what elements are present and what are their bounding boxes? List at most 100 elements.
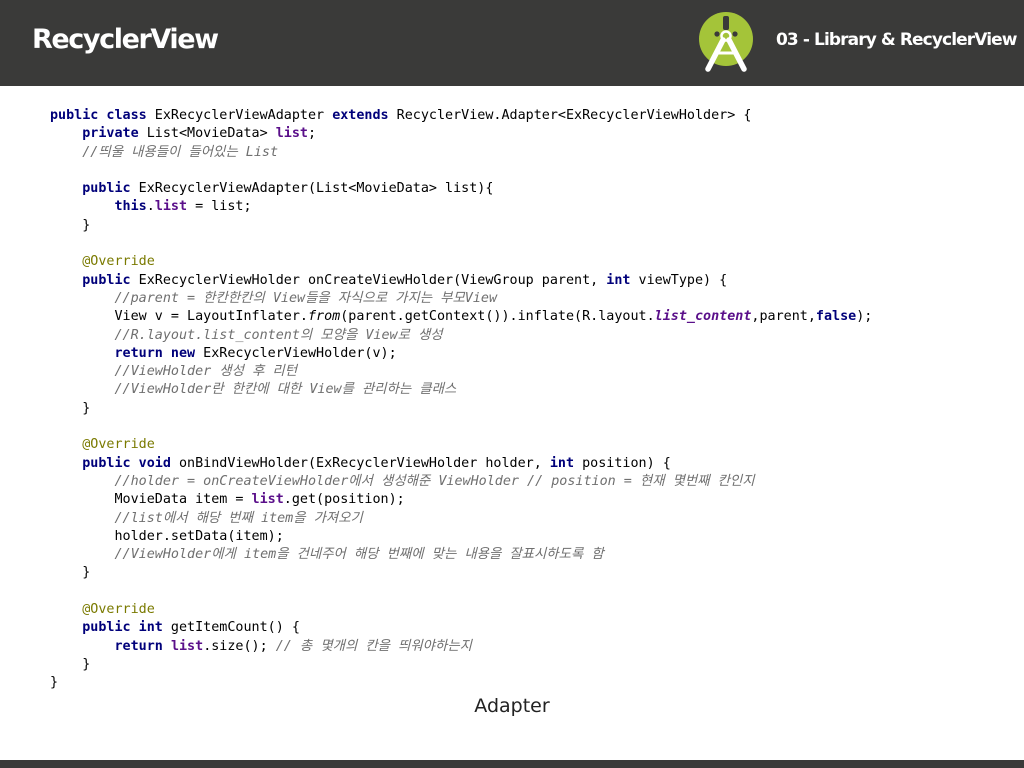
code-token: false [815, 309, 857, 325]
code-line: public ExRecyclerViewHolder onCreateView… [50, 272, 1010, 290]
code-token: public [82, 181, 131, 197]
code-token: //ViewHolder 생성 후 리턴 [114, 364, 298, 380]
footer-bar [0, 760, 1024, 768]
code-block: public class ExRecyclerViewAdapter exten… [50, 107, 1010, 693]
code-token: ExRecyclerViewHolder onCreateViewHolder(… [130, 272, 607, 288]
code-token: } [50, 217, 91, 233]
code-token: //list에서 해당 번째 item을 가져오기 [114, 510, 363, 526]
code-token: viewType) { [630, 272, 728, 288]
code-token: // 총 몇개의 칸을 띄워야하는지 [275, 638, 472, 654]
code-line: public class ExRecyclerViewAdapter exten… [50, 107, 1010, 125]
code-line: //띄울 내용들이 들어있는 List [50, 144, 1010, 162]
code-token: return [114, 638, 163, 654]
code-token: } [50, 675, 59, 691]
code-token: ExRecyclerViewHolder(v); [195, 345, 397, 361]
code-token: getItemCount() { [162, 620, 300, 636]
code-token: View v = LayoutInflater. [50, 309, 308, 325]
code-line: } [50, 656, 1010, 674]
code-token: ,parent, [751, 309, 816, 325]
code-token: RecyclerView.Adapter<ExRecyclerViewHolde… [388, 108, 752, 123]
code-token: onBindViewHolder(ExRecyclerViewHolder ho… [170, 455, 550, 471]
code-token: @Override [82, 254, 155, 270]
android-studio-icon [697, 10, 755, 72]
code-line: //ViewHolder란 한칸에 대한 View를 관리하는 클래스 [50, 381, 1010, 399]
code-line: } [50, 400, 1010, 418]
code-line: public void onBindViewHolder(ExRecyclerV… [50, 455, 1010, 473]
code-line: public ExRecyclerViewAdapter(List<MovieD… [50, 180, 1010, 198]
code-line: public int getItemCount() { [50, 619, 1010, 637]
code-token: int [606, 272, 631, 288]
code-line: MovieData item = list.get(position); [50, 491, 1010, 509]
code-token: @Override [82, 602, 155, 618]
code-token: //ViewHolder란 한칸에 대한 View를 관리하는 클래스 [114, 382, 457, 398]
code-line: //ViewHolder에게 item을 건네주어 해당 번째에 맞는 내용을 … [50, 546, 1010, 564]
code-line: //R.layout.list_content의 모양을 View로 생성 [50, 327, 1010, 345]
code-token: .get(position); [283, 492, 405, 508]
code-line: } [50, 674, 1010, 692]
code-line: //parent = 한칸한칸의 View들을 자식으로 가지는 부모View [50, 290, 1010, 308]
code-token: list_content [654, 309, 752, 325]
code-line: //ViewHolder 생성 후 리턴 [50, 363, 1010, 381]
code-token: ); [856, 309, 873, 325]
code-token: //띄울 내용들이 들어있는 List [82, 144, 278, 160]
code-token: . [146, 199, 155, 215]
code-token: list [170, 638, 204, 654]
code-token: //R.layout.list_content의 모양을 View로 생성 [114, 327, 443, 343]
code-token: int [549, 455, 575, 471]
code-line: @Override [50, 436, 1010, 454]
section-title: 03 - Library & RecyclerView [776, 30, 1017, 50]
code-token: public int [82, 620, 163, 636]
code-token: this [114, 199, 147, 215]
code-token: public void [82, 455, 171, 471]
code-line: return new ExRecyclerViewHolder(v); [50, 345, 1010, 363]
code-token: ExRecyclerViewAdapter(List<MovieData> li… [130, 181, 494, 197]
code-token: } [50, 565, 91, 581]
code-token: (parent.getContext()).inflate(R.layout. [340, 309, 655, 325]
code-token: } [50, 400, 91, 416]
code-line: this.list = list; [50, 198, 1010, 216]
code-token: //ViewHolder에게 item을 건네주어 해당 번째에 맞는 내용을 … [114, 547, 604, 563]
code-token: ; [308, 126, 317, 142]
code-line: private List<MovieData> list; [50, 125, 1010, 143]
slide-caption: Adapter [474, 695, 550, 717]
code-line: @Override [50, 253, 1010, 271]
code-line: holder.setData(item); [50, 528, 1010, 546]
code-line: View v = LayoutInflater.from(parent.getC… [50, 308, 1010, 326]
code-token: //parent = 한칸한칸의 View들을 자식으로 가지는 부모View [114, 290, 498, 306]
code-token: list [251, 492, 284, 508]
header-bar: RecyclerView 03 - Library & RecyclerView [0, 0, 1024, 86]
code-token: //holder = onCreateViewHolder에서 생성해준 Vie… [114, 473, 755, 489]
code-token: position) { [574, 455, 671, 471]
code-line: //list에서 해당 번째 item을 가져오기 [50, 510, 1010, 528]
code-token: } [50, 656, 91, 672]
code-line: //holder = onCreateViewHolder에서 생성해준 Vie… [50, 473, 1010, 491]
code-token: ExRecyclerViewAdapter [146, 108, 333, 123]
page-title: RecyclerView [32, 24, 219, 55]
code-token: extends [332, 108, 389, 123]
code-token: list [275, 126, 308, 142]
code-token: return new [114, 345, 196, 361]
code-token: private [82, 126, 139, 142]
code-token: @Override [82, 437, 155, 453]
code-token: MovieData item = [50, 492, 252, 508]
